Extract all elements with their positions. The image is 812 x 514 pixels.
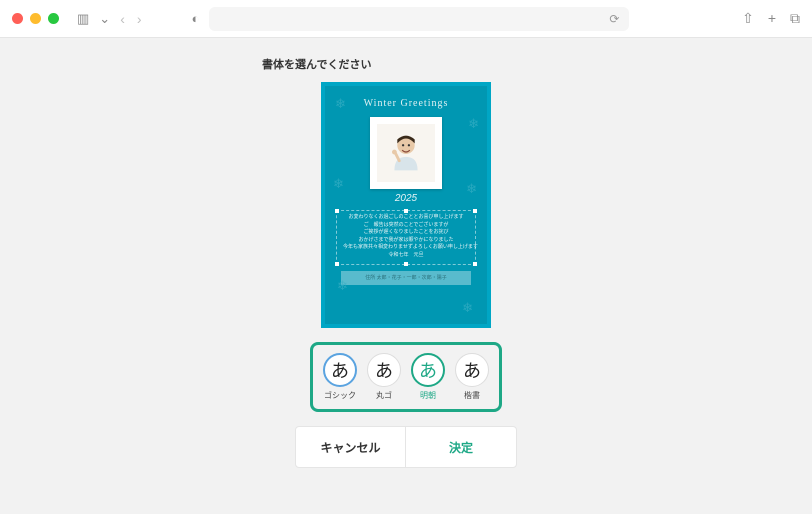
font-option-gothic[interactable]: あ ゴシック	[323, 353, 357, 401]
share-icon[interactable]: ⇧	[742, 10, 754, 27]
greeting-text-box[interactable]: お変わりなくお過ごしのこととお喜び申し上げます ご 報告は突然のことでございます…	[336, 210, 476, 265]
privacy-shield-icon[interactable]: ◐	[192, 11, 200, 26]
back-button[interactable]: ‹	[120, 11, 125, 27]
confirm-button[interactable]: 決定	[406, 427, 516, 467]
card-photo	[370, 117, 442, 189]
tabs-icon[interactable]: ⧉	[790, 10, 800, 27]
font-glyph: あ	[367, 353, 401, 387]
sidebar-toggle-icon[interactable]: ▥	[77, 11, 89, 27]
action-buttons: キャンセル 決定	[295, 426, 517, 468]
card-address-label: 住所 太郎・花子・一郎・次郎・陽子	[341, 271, 471, 285]
greeting-line: お変わりなくお過ごしのこととお喜び申し上げます	[343, 214, 469, 222]
font-label: 丸ゴ	[376, 390, 392, 401]
forward-button[interactable]: ›	[137, 11, 142, 27]
font-label: 楷書	[464, 390, 480, 401]
minimize-window-button[interactable]	[30, 13, 41, 24]
dropdown-icon[interactable]: ⌄	[99, 11, 110, 27]
font-picker: あ ゴシック あ 丸ゴ あ 明朝 あ 楷書	[310, 342, 502, 412]
font-glyph: あ	[323, 353, 357, 387]
card-year: 2025	[395, 193, 417, 204]
add-tab-icon[interactable]: +	[768, 10, 776, 27]
main-content: 書体を選んでください ❄ ❄ ❄ ❄ ❄ ❄ Winter Greetings …	[0, 38, 812, 514]
greeting-line: ご 報告は突然のことでございますが	[343, 222, 469, 230]
traffic-lights	[12, 13, 59, 24]
greeting-line: 令和七年 元旦	[343, 252, 469, 260]
font-option-mincho[interactable]: あ 明朝	[411, 353, 445, 401]
refresh-icon[interactable]: ⟳	[609, 12, 619, 26]
close-window-button[interactable]	[12, 13, 23, 24]
card-title: Winter Greetings	[364, 98, 449, 109]
fullscreen-window-button[interactable]	[48, 13, 59, 24]
address-bar[interactable]: ⟳	[209, 7, 629, 31]
font-glyph: あ	[411, 353, 445, 387]
font-glyph: あ	[455, 353, 489, 387]
font-option-kaisho[interactable]: あ 楷書	[455, 353, 489, 401]
font-label: 明朝	[420, 390, 436, 401]
greeting-line: おかげさまで我が家は賑やかになりました	[343, 237, 469, 245]
prompt-heading: 書体を選んでください	[262, 56, 371, 72]
greeting-line: ご挨拶が遅くなりましたことをお詫び	[343, 229, 469, 237]
font-option-marugo[interactable]: あ 丸ゴ	[367, 353, 401, 401]
cancel-button[interactable]: キャンセル	[296, 427, 406, 467]
greeting-line: 今年も家族共々相変わりませずよろしくお願い申し上げます	[343, 244, 469, 252]
font-label: ゴシック	[324, 390, 356, 401]
window-toolbar: ▥ ⌄ ‹ › ◐ ⟳ ⇧ + ⧉	[0, 0, 812, 38]
card-preview: ❄ ❄ ❄ ❄ ❄ ❄ Winter Greetings 2025 お変わりなく…	[321, 82, 491, 328]
